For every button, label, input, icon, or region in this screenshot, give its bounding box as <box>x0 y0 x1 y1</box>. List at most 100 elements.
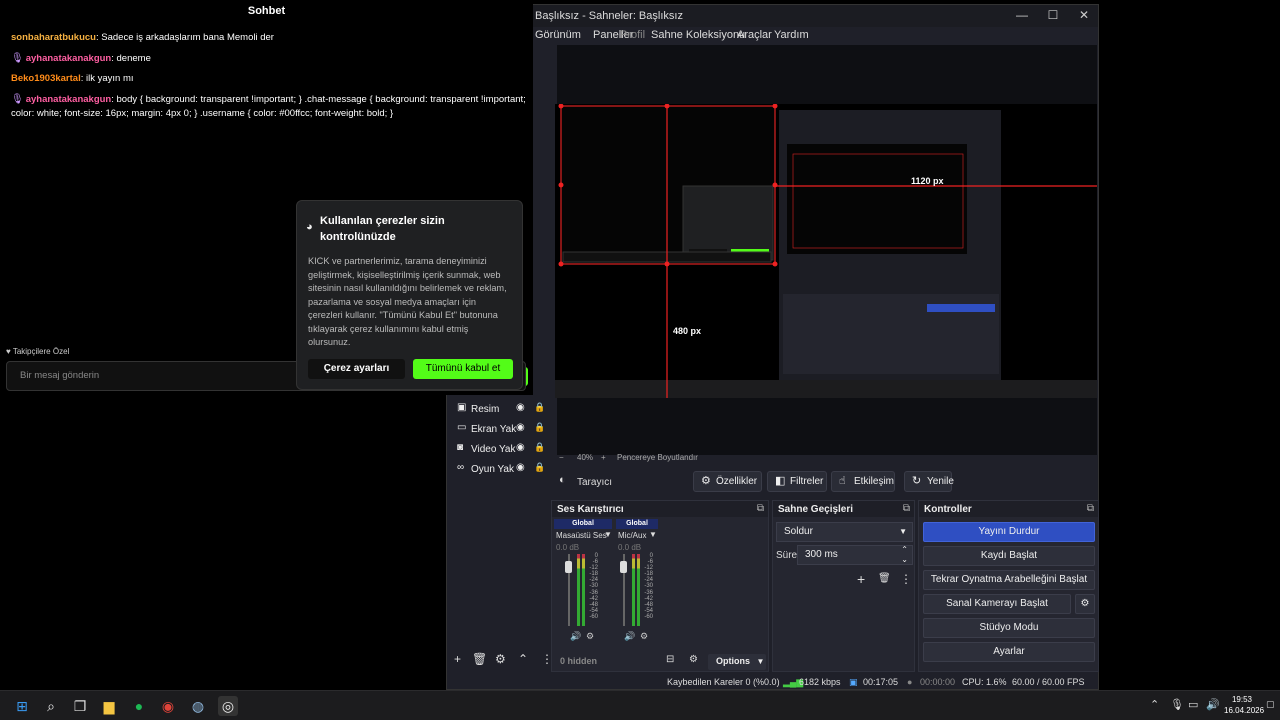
accept-all-button[interactable]: Tümünü kabul et <box>413 359 513 379</box>
chat-message: 🎙 ayhanatakanakgun: body { background: tr… <box>11 93 526 121</box>
chat-username[interactable]: sonbaharatbukucu <box>11 32 96 43</box>
audio-mixer-dock: Ses Karıştırıcı ⧉ Global Global Masaüstü … <box>551 500 769 672</box>
minimize-icon[interactable]: — <box>1007 8 1037 22</box>
lock-icon[interactable]: 🔒 <box>534 442 545 453</box>
volume-fader-knob[interactable] <box>565 561 572 573</box>
add-transition-icon[interactable]: + <box>857 571 865 587</box>
start-replay-buffer-button[interactable]: Tekrar Oynatma Arabelleğini Başlat <box>923 570 1095 590</box>
channel-name[interactable]: Mic/Aux <box>618 531 646 540</box>
microphone-badge-icon: 🎙 <box>11 53 24 64</box>
chat-username[interactable]: ayhanatakanakgun <box>26 94 112 105</box>
close-icon[interactable]: ✕ <box>1069 8 1099 22</box>
menu-tools[interactable]: Araçlar <box>737 29 772 41</box>
chevron-down-icon[interactable]: ▼ <box>649 530 657 539</box>
source-item[interactable]: ◙ Video Yak ◉ 🔒 <box>449 440 551 460</box>
guide-height-label: 480 px <box>673 326 702 336</box>
cookie-settings-button[interactable]: Çerez ayarları <box>308 359 405 379</box>
source-item[interactable]: ▣ Resim ◉ 🔒 <box>449 400 551 420</box>
menu-profile[interactable]: Profil <box>620 29 645 41</box>
mixer-settings-icon[interactable]: ⚙ <box>640 631 648 642</box>
lock-icon[interactable]: 🔒 <box>534 422 545 433</box>
obs-icon[interactable]: ◎ <box>218 696 238 716</box>
db-scale-tick: -60 <box>644 613 653 620</box>
eye-icon[interactable]: ◉ <box>516 442 525 453</box>
chevron-down-icon[interactable]: ▼ <box>604 530 612 539</box>
filters-button[interactable]: ◧ Filtreler <box>767 471 827 492</box>
channel-name[interactable]: Masaüstü Ses <box>556 531 607 540</box>
menu-scene-collection[interactable]: Sahne Koleksiyonu <box>651 29 745 41</box>
stop-streaming-button[interactable]: Yayını Durdur <box>923 522 1095 542</box>
source-item[interactable]: ∞ Oyun Yak ◉ 🔒 <box>449 460 551 480</box>
file-explorer-icon[interactable]: ▆ <box>99 696 119 716</box>
eye-icon[interactable]: ◉ <box>516 402 525 413</box>
start-virtual-camera-button[interactable]: Sanal Kamerayı Başlat <box>923 594 1071 614</box>
obs-menubar: Görünüm Paneller Profil Sahne Koleksiyon… <box>447 27 1098 45</box>
layout-icon[interactable]: ⊟ <box>666 654 674 665</box>
popout-icon[interactable]: ⧉ <box>903 503 910 514</box>
source-item[interactable]: ▭ Ekran Yak ◉ 🔒 <box>449 420 551 440</box>
chevron-up-icon[interactable]: ⌃ <box>518 652 528 666</box>
speaker-icon[interactable]: 🔊 <box>624 631 635 642</box>
source-name: Resim <box>471 404 500 415</box>
network-icon[interactable]: ▭ <box>1188 698 1198 711</box>
add-source-icon[interactable]: + <box>454 652 461 666</box>
spotify-icon[interactable]: ● <box>129 696 149 716</box>
lock-icon[interactable]: 🔒 <box>534 462 545 473</box>
chat-text: : ilk yayın mı <box>80 73 134 84</box>
start-recording-button[interactable]: Kaydı Başlat <box>923 546 1095 566</box>
chat-message: Beko1903kartal: ilk yayın mı <box>11 72 526 86</box>
chevron-up-icon[interactable]: ⌃ <box>1150 698 1159 711</box>
transition-select[interactable]: Soldur ▼ <box>776 522 913 542</box>
virtual-camera-settings-button[interactable]: ⚙ <box>1075 594 1095 614</box>
task-view-icon[interactable]: ❐ <box>70 696 90 716</box>
microphone-icon[interactable]: 🎙 <box>1170 698 1184 711</box>
popout-icon[interactable]: ⧉ <box>757 503 764 514</box>
eye-icon[interactable]: ◉ <box>516 462 525 473</box>
popout-icon[interactable]: ⧉ <box>1087 503 1094 514</box>
zoom-fit-window[interactable]: Pencereye Boyutlandır <box>617 453 698 462</box>
menu-view[interactable]: Görünüm <box>535 29 581 41</box>
chat-title: Sohbet <box>247 5 286 17</box>
db-scale: 0 -6 -12 -18 -24 -30 -36 -42 -48 -54 -60 <box>584 553 598 620</box>
options-button[interactable]: Options ▼ <box>708 654 766 670</box>
controls-title: Kontroller ⧉ <box>919 501 1098 517</box>
chat-username[interactable]: Beko1903kartal <box>11 73 81 84</box>
lock-icon[interactable]: 🔒 <box>534 402 545 413</box>
notification-icon[interactable]: ▢ <box>1266 699 1275 710</box>
duration-input[interactable]: 300 ms ⌃ ⌄ <box>797 545 913 565</box>
record-time: 00:00:00 <box>920 677 956 687</box>
speaker-icon[interactable]: 🔊 <box>570 631 581 642</box>
stepper-down-icon[interactable]: ⌄ <box>901 551 908 569</box>
steam-icon[interactable]: ◍ <box>188 696 208 716</box>
settings-button[interactable]: Ayarlar <box>923 642 1095 662</box>
chrome-icon[interactable]: ◉ <box>158 696 178 716</box>
transitions-title-text: Sahne Geçişleri <box>778 504 854 515</box>
menu-help[interactable]: Yardım <box>774 29 809 41</box>
zoom-in-button[interactable]: + <box>601 453 606 462</box>
maximize-icon[interactable]: ☐ <box>1038 8 1068 22</box>
trash-icon[interactable]: 🗑 <box>878 573 891 584</box>
camera-icon: ◙ <box>457 442 464 453</box>
search-icon[interactable]: ⌕ <box>41 696 61 716</box>
gear-icon[interactable]: ⚙ <box>495 652 506 666</box>
volume-icon[interactable]: 🔊 <box>1206 698 1220 711</box>
zoom-out-button[interactable]: − <box>559 453 564 462</box>
volume-fader-knob[interactable] <box>620 561 627 573</box>
stream-preview[interactable]: 1120 px 480 px <box>555 104 1097 398</box>
windows-taskbar: ⊞ ⌕ ❐ ▆ ● ◉ ◍ ◎ ⌃ 🎙 ▭ 🔊 19:53 16.04.2026… <box>0 690 1280 720</box>
refresh-button[interactable]: ↻ Yenile <box>904 471 954 492</box>
mixer-advanced-icon[interactable]: ⚙ <box>689 654 698 665</box>
more-icon[interactable]: ⋮ <box>900 572 912 586</box>
chat-username[interactable]: ayhanatakanakgun <box>26 53 112 64</box>
studio-mode-button[interactable]: Stüdyo Modu <box>923 618 1095 638</box>
mixer-settings-icon[interactable]: ⚙ <box>586 631 594 642</box>
cpu-usage: CPU: 1.6% <box>962 677 1007 687</box>
interact-button[interactable]: ☝ Etkileşim <box>831 471 895 492</box>
properties-button[interactable]: ⚙ Özellikler <box>693 471 762 492</box>
chat-window: Sohbet sonbaharatbukucu: Sadece iş arkad… <box>0 0 533 395</box>
clock[interactable]: 19:53 16.04.2026 <box>1224 694 1264 716</box>
eye-icon[interactable]: ◉ <box>516 422 525 433</box>
windows-start-icon[interactable]: ⊞ <box>12 696 32 716</box>
cookie-consent-dialog: ◕ Kullanılan çerezler sizin kontrolünüzd… <box>296 200 523 390</box>
trash-icon[interactable]: 🗑 <box>472 652 487 666</box>
